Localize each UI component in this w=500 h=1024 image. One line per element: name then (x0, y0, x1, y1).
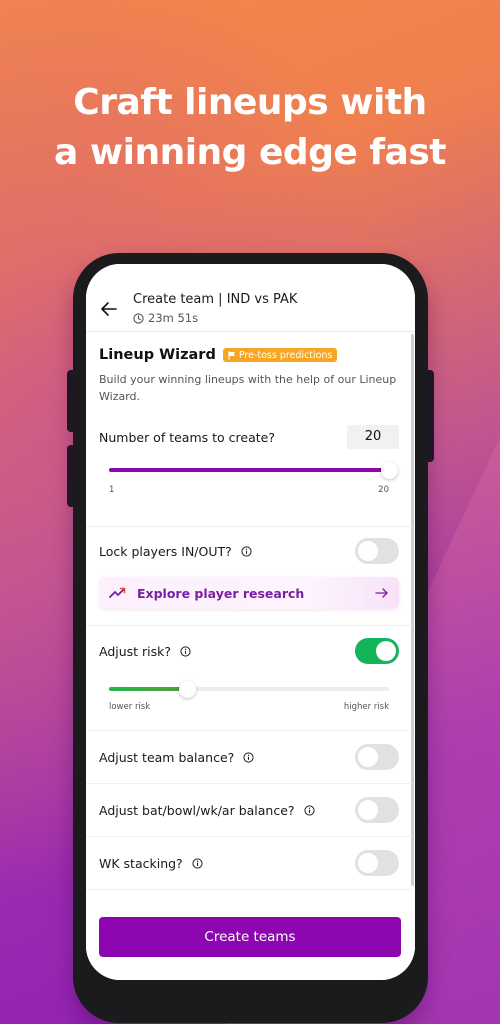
risk-slider[interactable] (109, 680, 389, 698)
phone-screen: Create team | IND vs PAK 23m 51s Lineup … (86, 264, 415, 980)
footer: Create teams (86, 904, 415, 980)
explore-player-research-button[interactable]: Explore player research (99, 577, 399, 609)
teams-count-input[interactable]: 20 (347, 425, 399, 449)
wizard-title: Lineup Wizard (99, 347, 216, 363)
slider-max-label: 20 (378, 485, 389, 495)
role-balance-label: Adjust bat/bowl/wk/ar balance? (99, 802, 295, 818)
info-icon[interactable] (303, 804, 315, 816)
slider-min-label: 1 (109, 485, 115, 495)
risk-section: Adjust risk? lower risk higher risk (86, 626, 412, 731)
wk-stacking-toggle[interactable] (355, 850, 399, 876)
arrow-left-icon (101, 302, 117, 316)
info-icon[interactable] (180, 645, 191, 657)
slider-fill (109, 687, 188, 691)
wizard-description: Build your winning lineups with the help… (99, 373, 397, 403)
headline-line-1: Craft lineups with (73, 82, 427, 123)
explore-label: Explore player research (137, 585, 305, 601)
pre-toss-badge: Pre-toss predictions (222, 348, 338, 362)
lock-players-label: Lock players IN/OUT? (99, 543, 232, 559)
countdown-timer: 23m 51s (133, 311, 198, 325)
teams-count-slider[interactable] (109, 461, 398, 479)
slider-thumb[interactable] (381, 462, 398, 479)
toggle-knob (358, 541, 378, 561)
risk-toggle[interactable] (355, 638, 399, 664)
headline: Craft lineups with a winning edge fast (0, 78, 500, 178)
create-teams-button[interactable]: Create teams (99, 917, 401, 957)
content: Lineup Wizard Pre-toss predictions Build… (86, 333, 412, 890)
toggle-knob (358, 800, 378, 820)
headline-line-2: a winning edge fast (54, 132, 446, 173)
info-icon[interactable] (192, 857, 203, 869)
lock-players-section: Lock players IN/OUT? Explore player rese… (86, 527, 412, 626)
role-balance-section: Adjust bat/bowl/wk/ar balance? (86, 784, 412, 837)
higher-risk-label: higher risk (343, 702, 389, 712)
slider-fill (109, 468, 389, 472)
flag-icon (228, 351, 235, 359)
toggle-knob (358, 853, 378, 873)
lower-risk-label: lower risk (109, 702, 151, 712)
back-button[interactable] (98, 298, 120, 320)
arrow-right-icon (375, 588, 388, 598)
timer-text: 23m 51s (148, 311, 199, 325)
teams-count-label: Number of teams to create? (99, 429, 275, 445)
wizard-section: Lineup Wizard Pre-toss predictions Build… (86, 333, 412, 527)
info-icon[interactable] (243, 751, 254, 763)
risk-label: Adjust risk? (99, 643, 172, 659)
wk-stacking-label: WK stacking? (99, 855, 183, 871)
toggle-knob (358, 747, 378, 767)
wk-stacking-section: WK stacking? (86, 837, 412, 890)
team-balance-toggle[interactable] (355, 744, 399, 770)
app-bar: Create team | IND vs PAK 23m 51s (86, 264, 415, 332)
team-balance-label: Adjust team balance? (99, 749, 235, 765)
clock-icon (133, 312, 144, 324)
team-balance-section: Adjust team balance? (86, 731, 412, 784)
page-title: Create team | IND vs PAK (133, 292, 298, 307)
info-icon[interactable] (241, 545, 252, 557)
toggle-knob (376, 641, 396, 661)
lock-players-toggle[interactable] (355, 538, 399, 564)
badge-text: Pre-toss predictions (238, 349, 333, 361)
trending-up-icon (109, 587, 126, 598)
role-balance-toggle[interactable] (355, 797, 399, 823)
slider-thumb[interactable] (179, 681, 197, 698)
